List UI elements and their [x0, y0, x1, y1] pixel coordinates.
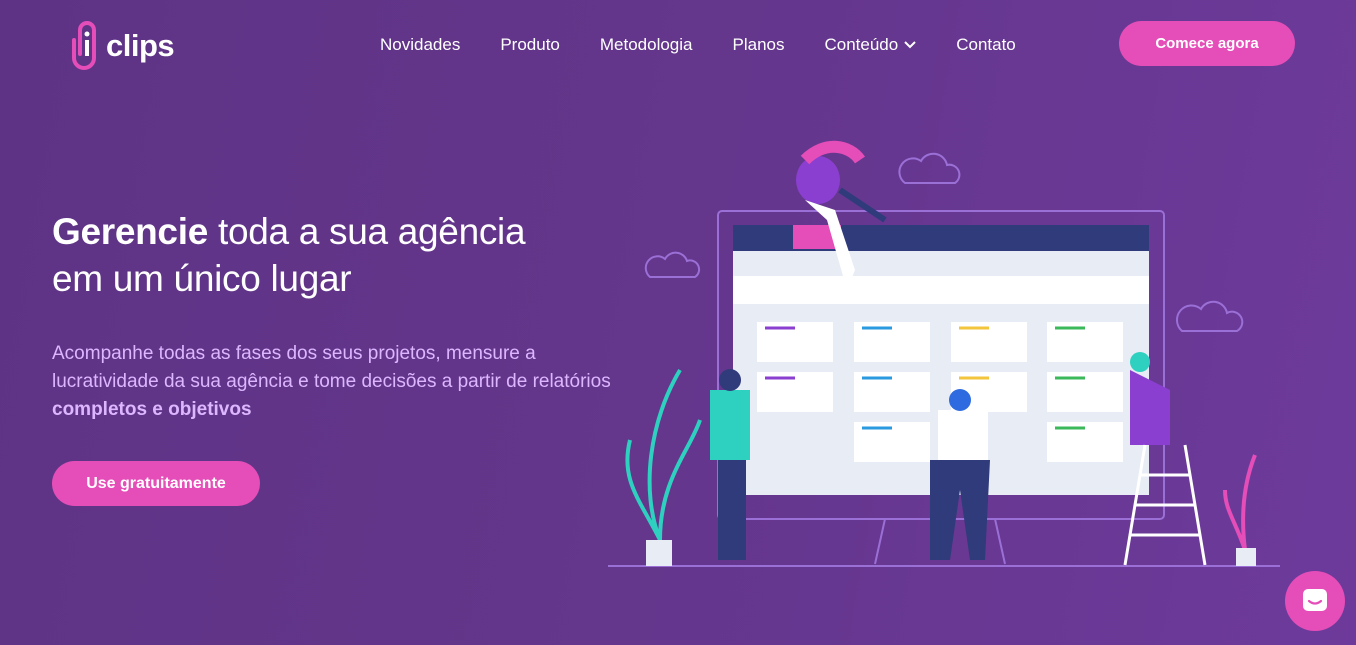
- title-bold: Gerencie: [52, 211, 208, 252]
- title-rest: toda a sua agência: [207, 211, 526, 252]
- hero-title: Gerencie toda a sua agência em um único l…: [52, 208, 526, 302]
- chat-launcher-button[interactable]: [1285, 571, 1345, 631]
- nav-label: Planos: [732, 35, 785, 54]
- plant-icon: [625, 368, 702, 566]
- nav-contato[interactable]: Contato: [956, 35, 1016, 55]
- cloud-icon: [1175, 300, 1244, 332]
- nav-conteudo[interactable]: Conteúdo: [824, 35, 916, 55]
- chat-bubble-icon: [1303, 589, 1327, 611]
- lead-bold: completos e objetivos: [52, 399, 252, 420]
- title-line2: em um único lugar: [52, 258, 352, 299]
- plant-icon: [1223, 454, 1257, 566]
- nav-label: Metodologia: [599, 35, 693, 54]
- nav-label: Produto: [500, 35, 560, 54]
- cloud-icon: [644, 251, 701, 278]
- hero-illustration: [608, 140, 1280, 567]
- nav-label: Contato: [956, 35, 1016, 54]
- start-now-button[interactable]: Comece agora: [1119, 21, 1295, 66]
- use-free-button[interactable]: Use gratuitamente: [52, 461, 260, 506]
- person-left: [710, 369, 750, 560]
- hero-lead: Acompanhe todas as fases dos seus projet…: [52, 340, 612, 424]
- nav-planos[interactable]: Planos: [733, 35, 785, 55]
- logo[interactable]: clips: [66, 18, 175, 74]
- person-middle: [930, 389, 990, 560]
- nav-label: Novidades: [380, 35, 461, 54]
- cloud-icon: [898, 152, 961, 184]
- paperclip-logo-icon: [72, 21, 96, 70]
- nav-novidades[interactable]: Novidades: [380, 35, 460, 55]
- brand-name: clips: [106, 28, 175, 63]
- nav-label: Conteúdo: [824, 35, 899, 54]
- nav-produto[interactable]: Produto: [500, 35, 560, 55]
- nav-metodologia[interactable]: Metodologia: [600, 35, 693, 55]
- main-nav: Novidades Produto Metodologia Planos Con…: [380, 35, 1016, 55]
- chevron-down-icon: [904, 41, 916, 49]
- lead-text: Acompanhe todas as fases dos seus projet…: [52, 343, 611, 392]
